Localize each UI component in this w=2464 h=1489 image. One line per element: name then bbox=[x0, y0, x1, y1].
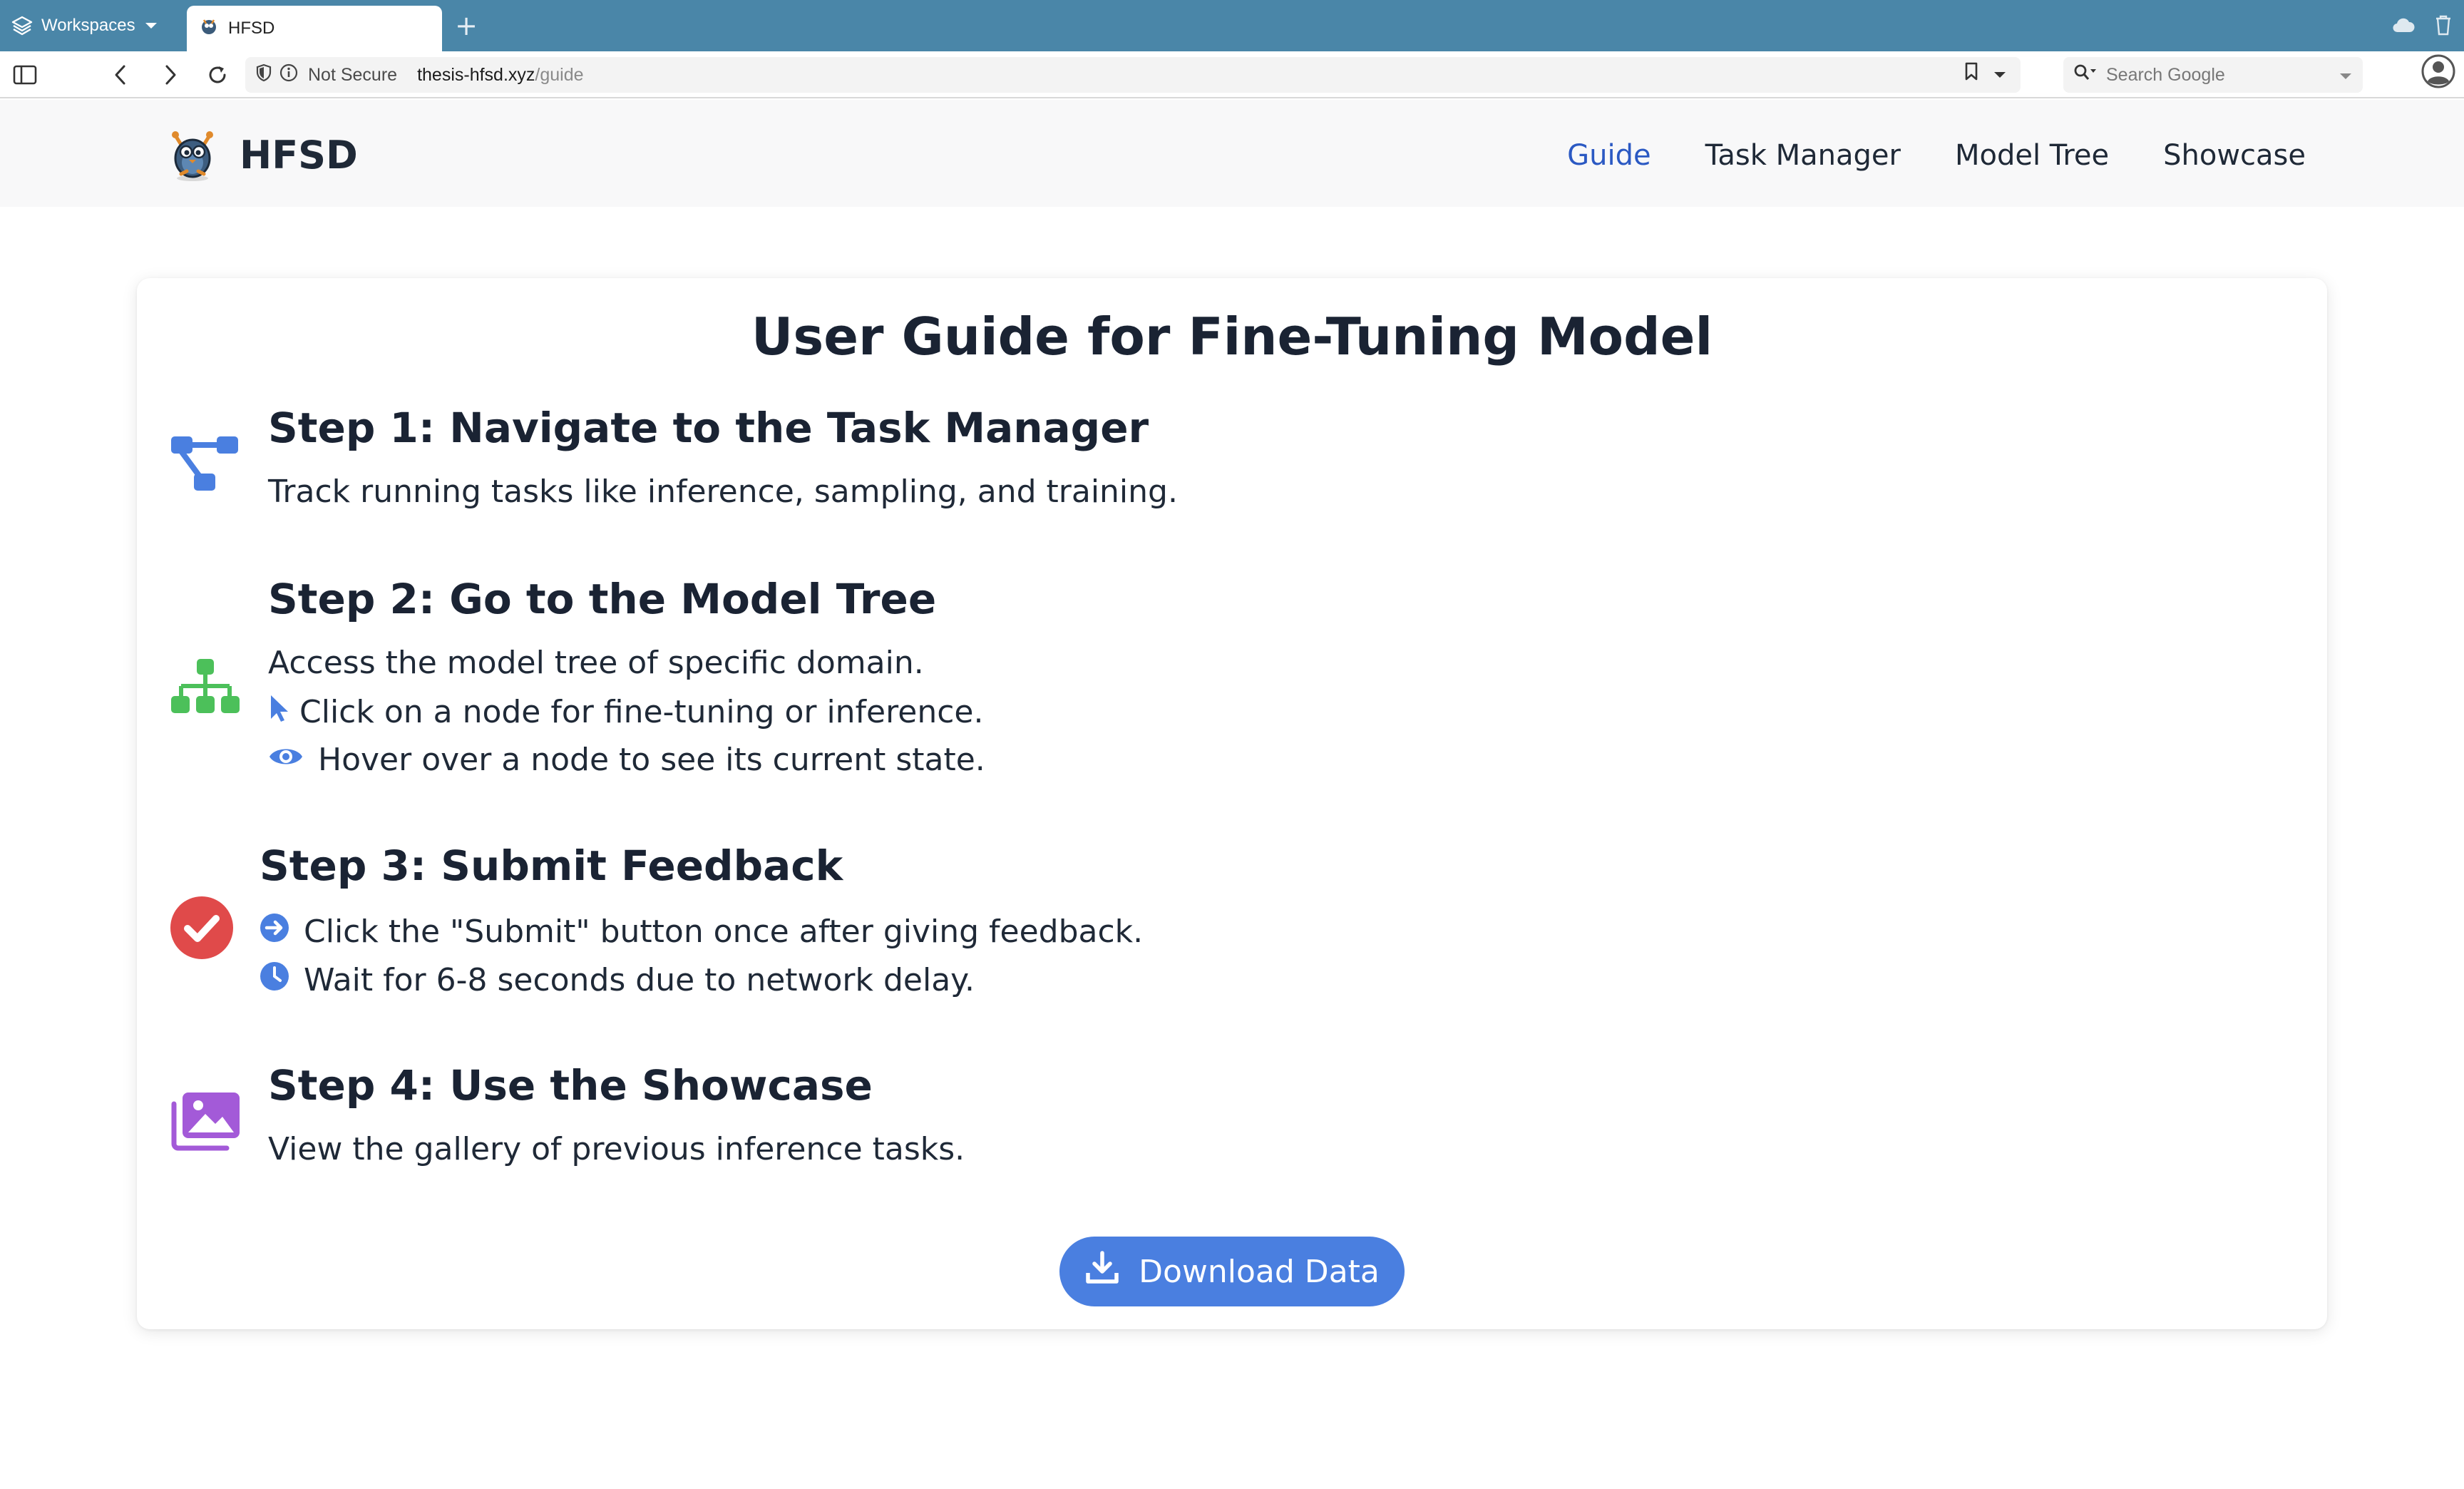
step-line-text: Access the model tree of specific domain… bbox=[268, 645, 924, 681]
bookmark-icon[interactable] bbox=[1963, 61, 1979, 86]
main-nav: Guide Task Manager Model Tree Showcase bbox=[1567, 128, 2306, 183]
step-3-title: Step 3: Submit Feedback bbox=[260, 841, 843, 890]
chevron-down-icon bbox=[144, 21, 158, 31]
step-line-text: Click the "Submit" button once after giv… bbox=[304, 914, 1144, 950]
step-line-text: Click on a node for fine-tuning or infer… bbox=[299, 694, 984, 730]
favicon-icon bbox=[200, 17, 218, 41]
guide-card: User Guide for Fine-Tuning Model Step 1:… bbox=[137, 278, 2327, 1329]
step-2-title: Step 2: Go to the Model Tree bbox=[268, 575, 937, 623]
url-host: thesis-hfsd.xyz bbox=[417, 64, 535, 85]
browser-tabstrip: Workspaces HFSD + bbox=[0, 0, 2464, 51]
step-2-line-2: Click on a node for fine-tuning or infer… bbox=[268, 693, 983, 731]
clock-icon bbox=[260, 961, 289, 999]
tab-hfsd[interactable]: HFSD bbox=[187, 6, 442, 51]
profile-avatar-icon[interactable] bbox=[2421, 54, 2455, 88]
site-header: HFSD Guide Task Manager Model Tree Showc… bbox=[0, 100, 2464, 207]
brand-name[interactable]: HFSD bbox=[240, 128, 358, 183]
search-input[interactable]: Search Google bbox=[2063, 57, 2363, 93]
cursor-pointer-icon bbox=[268, 693, 291, 731]
nav-showcase[interactable]: Showcase bbox=[2163, 139, 2306, 172]
sitemap-blue-icon bbox=[170, 434, 241, 498]
step-3-line-1: Click the "Submit" button once after giv… bbox=[260, 913, 1143, 951]
step-4-line-1: View the gallery of previous inference t… bbox=[268, 1131, 965, 1167]
workspaces-label: Workspaces bbox=[41, 16, 135, 35]
sidebar-toggle-icon[interactable] bbox=[10, 60, 40, 90]
nav-task-manager[interactable]: Task Manager bbox=[1705, 139, 1901, 172]
tab-title: HFSD bbox=[228, 19, 275, 38]
eye-icon bbox=[268, 742, 304, 778]
step-1-line-1: Track running tasks like inference, samp… bbox=[268, 474, 1178, 510]
trash-icon[interactable] bbox=[2434, 14, 2453, 39]
download-label: Download Data bbox=[1139, 1253, 1380, 1290]
cloud-icon[interactable] bbox=[2391, 16, 2416, 36]
search-placeholder: Search Google bbox=[2106, 64, 2225, 85]
search-icon bbox=[2073, 63, 2098, 87]
url-path: /guide bbox=[535, 64, 584, 85]
download-icon bbox=[1084, 1250, 1120, 1294]
stack-icon bbox=[11, 15, 33, 36]
step-1-title: Step 1: Navigate to the Task Manager bbox=[268, 404, 1149, 452]
new-tab-button[interactable]: + bbox=[451, 10, 482, 41]
step-2-line-3: Hover over a node to see its current sta… bbox=[268, 742, 985, 778]
security-label: Not Secure bbox=[308, 64, 398, 85]
chevron-down-icon[interactable] bbox=[2339, 66, 2353, 86]
reload-icon[interactable] bbox=[202, 60, 232, 90]
check-circle-red-icon bbox=[170, 896, 234, 963]
step-line-text: View the gallery of previous inference t… bbox=[268, 1131, 965, 1167]
chevron-down-icon[interactable] bbox=[1993, 63, 2006, 84]
nav-model-tree[interactable]: Model Tree bbox=[1955, 139, 2109, 172]
step-line-text: Hover over a node to see its current sta… bbox=[318, 742, 985, 778]
step-4-title: Step 4: Use the Showcase bbox=[268, 1061, 873, 1110]
step-2-line-1: Access the model tree of specific domain… bbox=[268, 645, 924, 681]
nav-guide[interactable]: Guide bbox=[1567, 139, 1651, 172]
shield-icon[interactable] bbox=[255, 63, 272, 87]
step-3-line-2: Wait for 6-8 seconds due to network dela… bbox=[260, 961, 975, 999]
images-purple-icon bbox=[170, 1091, 241, 1154]
logo-icon[interactable] bbox=[165, 128, 220, 183]
arrow-circle-right-icon bbox=[260, 913, 289, 951]
browser-toolbar: Not Secure thesis-hfsd.xyz/guide Search … bbox=[0, 51, 2464, 98]
info-icon[interactable] bbox=[279, 63, 298, 87]
forward-icon[interactable] bbox=[155, 60, 185, 90]
page-title: User Guide for Fine-Tuning Model bbox=[751, 307, 1713, 367]
step-line-text: Wait for 6-8 seconds due to network dela… bbox=[304, 962, 975, 998]
download-data-button[interactable]: Download Data bbox=[1059, 1237, 1405, 1306]
network-green-icon bbox=[170, 657, 241, 717]
workspaces-button[interactable]: Workspaces bbox=[11, 9, 158, 43]
back-icon[interactable] bbox=[106, 60, 135, 90]
address-bar[interactable]: Not Secure thesis-hfsd.xyz/guide bbox=[245, 57, 2021, 93]
step-line-text: Track running tasks like inference, samp… bbox=[268, 474, 1178, 510]
